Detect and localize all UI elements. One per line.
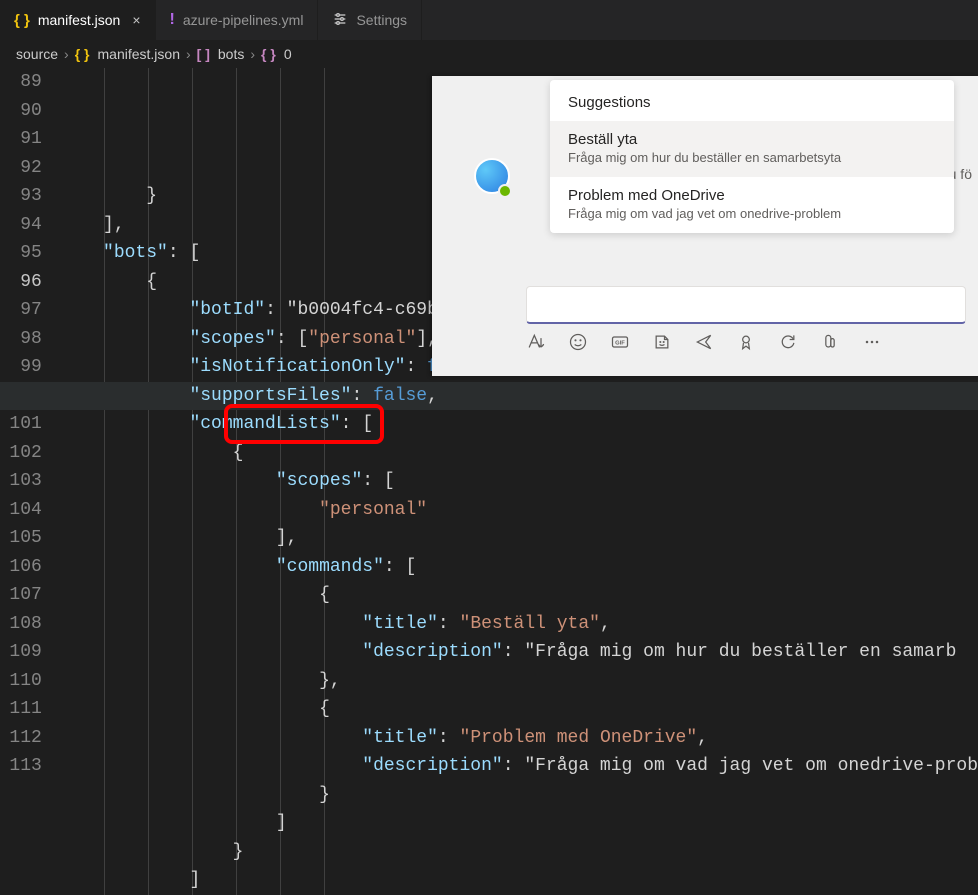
code-line[interactable]: "supportsFiles": false,	[60, 382, 978, 411]
sticker-icon[interactable]	[652, 332, 672, 352]
yml-icon: !	[170, 11, 175, 29]
tab-label: manifest.json	[38, 12, 120, 28]
breadcrumb-item[interactable]: bots	[218, 46, 244, 62]
suggestion-item[interactable]: Beställ yta Fråga mig om hur du beställe…	[550, 121, 954, 177]
tab-bar: { } manifest.json × ! azure-pipelines.ym…	[0, 0, 978, 40]
suggestion-desc: Fråga mig om vad jag vet om onedrive-pro…	[568, 206, 936, 221]
praise-icon[interactable]	[736, 332, 756, 352]
presence-badge	[498, 184, 512, 198]
more-icon[interactable]	[862, 332, 882, 352]
code-line[interactable]: },	[60, 667, 978, 696]
breadcrumb-item[interactable]: 0	[284, 46, 292, 62]
suggestions-card: Suggestions Beställ yta Fråga mig om hur…	[550, 80, 954, 233]
breadcrumb-item[interactable]: manifest.json	[98, 46, 180, 62]
code-line[interactable]: "title": "Beställ yta",	[60, 610, 978, 639]
suggestion-title: Problem med OneDrive	[568, 187, 936, 204]
code-line[interactable]: "scopes": [	[60, 467, 978, 496]
code-line[interactable]: {	[60, 695, 978, 724]
suggestion-item[interactable]: Problem med OneDrive Fråga mig om vad ja…	[550, 177, 954, 233]
attachment-icon[interactable]	[820, 332, 840, 352]
breadcrumb-item[interactable]: source	[16, 46, 58, 62]
code-line[interactable]: }	[60, 838, 978, 867]
tab-azure-pipelines[interactable]: ! azure-pipelines.yml	[156, 0, 319, 40]
send-icon[interactable]	[694, 332, 714, 352]
json-icon: { }	[75, 46, 90, 62]
code-line[interactable]: "commands": [	[60, 553, 978, 582]
code-line[interactable]: "commandLists": [	[60, 410, 978, 439]
loop-icon[interactable]	[778, 332, 798, 352]
tab-label: azure-pipelines.yml	[183, 12, 304, 28]
code-line[interactable]: "personal"	[60, 496, 978, 525]
suggestion-title: Beställ yta	[568, 131, 936, 148]
code-line[interactable]: ],	[60, 524, 978, 553]
tab-settings[interactable]: Settings	[318, 0, 422, 40]
code-line[interactable]: {	[60, 581, 978, 610]
chevron-right-icon: ›	[64, 46, 69, 62]
chevron-right-icon: ›	[186, 46, 191, 62]
json-icon: { }	[14, 12, 30, 29]
tab-manifest-json[interactable]: { } manifest.json ×	[0, 0, 156, 40]
message-input[interactable]	[526, 286, 966, 324]
code-line[interactable]: ]	[60, 809, 978, 838]
suggestion-desc: Fråga mig om hur du beställer en samarbe…	[568, 150, 936, 165]
code-line[interactable]: {	[60, 439, 978, 468]
line-number-gutter: 8990919293949596979899100101102103104105…	[0, 68, 60, 895]
svg-text:GIF: GIF	[615, 341, 625, 347]
emoji-icon[interactable]	[568, 332, 588, 352]
code-line[interactable]: }	[60, 781, 978, 810]
chevron-right-icon: ›	[250, 46, 255, 62]
array-icon: [ ]	[197, 46, 210, 62]
gif-icon[interactable]: GIF	[610, 332, 630, 352]
teams-chat-panel: n du fö Suggestions Beställ yta Fråga mi…	[432, 76, 978, 376]
code-line[interactable]: "title": "Problem med OneDrive",	[60, 724, 978, 753]
code-line[interactable]: "description": "Fråga mig om hur du best…	[60, 638, 978, 667]
settings-icon	[332, 11, 348, 30]
code-line[interactable]: "description": "Fråga mig om vad jag vet…	[60, 752, 978, 781]
tab-label: Settings	[356, 12, 407, 28]
suggestions-title: Suggestions	[550, 80, 954, 121]
code-line[interactable]: ]	[60, 866, 978, 895]
format-icon[interactable]	[526, 332, 546, 352]
breadcrumb[interactable]: source › { } manifest.json › [ ] bots › …	[0, 40, 978, 68]
compose-toolbar: GIF	[526, 332, 882, 352]
close-icon[interactable]: ×	[132, 12, 140, 28]
object-icon: { }	[261, 46, 276, 62]
